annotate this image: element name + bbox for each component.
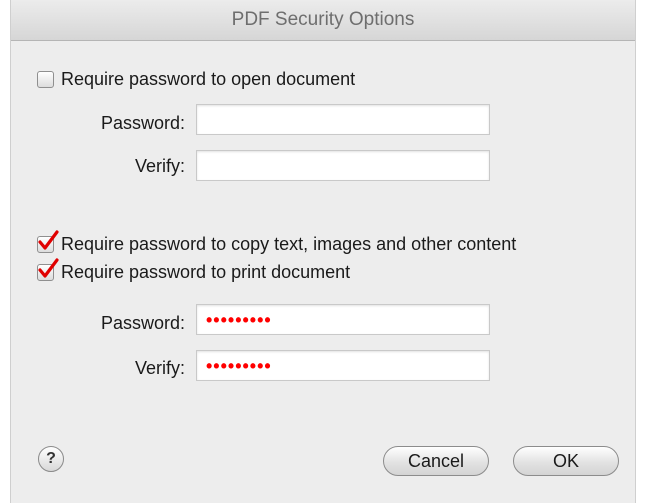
open-password-label: Password:	[100, 113, 185, 133]
open-password-checkbox-row[interactable]: Require password to open document	[37, 69, 355, 90]
open-password-field[interactable]	[196, 104, 490, 135]
help-icon: ?	[46, 450, 56, 467]
print-password-checkbox-label: Require password to print document	[61, 262, 351, 282]
dialog-title: PDF Security Options	[231, 9, 415, 30]
ok-button[interactable]: OK	[513, 446, 619, 476]
open-verify-field[interactable]	[196, 150, 490, 181]
permissions-password-value: •••••••••	[206, 309, 272, 330]
permissions-verify-label: Verify:	[134, 358, 185, 378]
open-password-checkbox[interactable]	[37, 71, 54, 88]
copy-password-checkbox-row[interactable]: Require password to copy text, images an…	[37, 230, 517, 255]
permissions-password-field[interactable]: •••••••••	[196, 304, 490, 335]
open-verify-label: Verify:	[134, 156, 185, 176]
pdf-security-dialog: PDF Security Options Require password to…	[10, 0, 636, 503]
copy-password-checkbox-label: Require password to copy text, images an…	[61, 234, 517, 254]
print-password-checkbox[interactable]	[37, 258, 59, 281]
copy-password-checkbox[interactable]	[37, 230, 59, 253]
cancel-button-label: Cancel	[407, 450, 465, 471]
help-button[interactable]: ?	[38, 446, 64, 472]
checkmark-icon	[38, 230, 59, 250]
open-password-checkbox-label: Require password to open document	[61, 69, 356, 89]
ok-button-label: OK	[552, 450, 579, 471]
permissions-password-label: Password:	[100, 313, 185, 333]
print-password-checkbox-row[interactable]: Require password to print document	[37, 258, 351, 283]
permissions-verify-field[interactable]: •••••••••	[196, 350, 490, 381]
checkmark-icon	[38, 258, 59, 278]
permissions-verify-value: •••••••••	[206, 355, 272, 376]
cancel-button[interactable]: Cancel	[383, 446, 489, 476]
title-bar[interactable]: PDF Security Options	[11, 0, 635, 41]
